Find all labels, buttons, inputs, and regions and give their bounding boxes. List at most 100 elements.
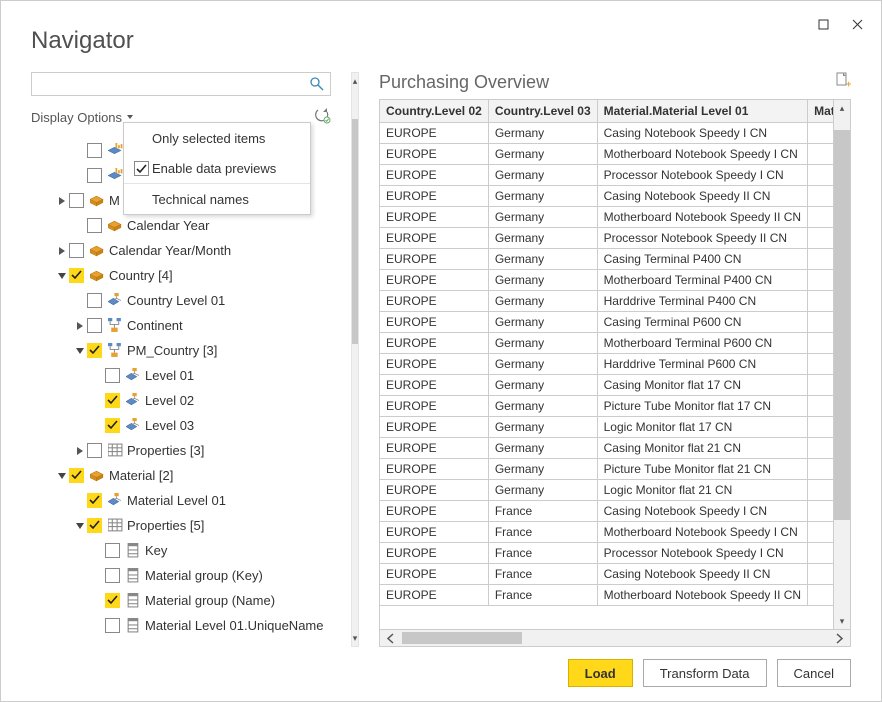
search-input[interactable] (32, 73, 304, 95)
scrollbar-thumb[interactable] (834, 130, 850, 520)
table-row[interactable]: EUROPEFranceCasing Notebook Speedy I CN (380, 501, 833, 522)
display-options-dropdown[interactable]: Display Options (31, 110, 133, 125)
checkbox[interactable] (69, 193, 84, 208)
search-box[interactable] (31, 72, 331, 96)
scrollbar-thumb[interactable] (352, 119, 358, 344)
add-page-icon[interactable] (835, 72, 851, 93)
column-header[interactable]: Material.Material Level 01 (597, 100, 807, 123)
table-row[interactable]: EUROPEFranceMotherboard Notebook Speedy … (380, 522, 833, 543)
twisty-icon[interactable] (55, 197, 69, 205)
load-button[interactable]: Load (568, 659, 633, 687)
checkbox[interactable] (87, 518, 102, 533)
table-row[interactable]: EUROPEGermanyMotherboard Notebook Speedy… (380, 144, 833, 165)
table-row[interactable]: EUROPEGermanyCasing Notebook Speedy I CN (380, 123, 833, 144)
twisty-icon[interactable] (73, 522, 87, 530)
checkbox[interactable] (105, 543, 120, 558)
table-row[interactable]: EUROPEGermanyProcessor Notebook Speedy I… (380, 165, 833, 186)
table-row[interactable]: EUROPEGermanyCasing Terminal P400 CN (380, 249, 833, 270)
checkbox[interactable] (87, 143, 102, 158)
tree-item[interactable]: Country Level 01 (31, 288, 331, 313)
checkbox[interactable] (105, 418, 120, 433)
tree-item[interactable]: Country [4] (31, 263, 331, 288)
twisty-icon[interactable] (73, 447, 87, 455)
table-row[interactable]: EUROPEGermanyCasing Monitor flat 21 CN (380, 438, 833, 459)
cell: Processor Notebook Speedy II CN (597, 228, 807, 249)
tree-vertical-scrollbar[interactable]: ▴ ▾ (351, 72, 359, 647)
window-maximize-button[interactable] (807, 13, 839, 35)
scrollbar-thumb[interactable] (402, 632, 522, 644)
table-row[interactable]: EUROPEGermanyMotherboard Terminal P400 C… (380, 270, 833, 291)
checkbox[interactable] (69, 243, 84, 258)
scroll-down-icon[interactable]: ▾ (352, 630, 358, 646)
checkbox[interactable] (87, 318, 102, 333)
table-row[interactable]: EUROPEFranceProcessor Notebook Speedy I … (380, 543, 833, 564)
cancel-button[interactable]: Cancel (777, 659, 851, 687)
tree-item[interactable]: Calendar Year (31, 213, 331, 238)
checkbox[interactable] (105, 593, 120, 608)
table-row[interactable]: EUROPEGermanyProcessor Notebook Speedy I… (380, 228, 833, 249)
checkbox[interactable] (87, 293, 102, 308)
tree-item[interactable]: Material Level 01.UniqueName (31, 613, 331, 638)
table-row[interactable]: EUROPEGermanyCasing Notebook Speedy II C… (380, 186, 833, 207)
table-row[interactable]: EUROPEGermanyLogic Monitor flat 17 CN (380, 417, 833, 438)
table-row[interactable]: EUROPEFranceMotherboard Notebook Speedy … (380, 585, 833, 606)
table-row[interactable]: EUROPEGermanyMotherboard Terminal P600 C… (380, 333, 833, 354)
checkbox[interactable] (87, 443, 102, 458)
window-close-button[interactable] (841, 13, 873, 35)
twisty-icon[interactable] (73, 347, 87, 355)
scroll-down-icon[interactable]: ▾ (834, 613, 850, 629)
table-row[interactable]: EUROPEGermanyPicture Tube Monitor flat 1… (380, 396, 833, 417)
scroll-left-icon[interactable] (380, 630, 402, 646)
menu-technical-names[interactable]: Technical names (124, 184, 310, 214)
checkbox[interactable] (87, 218, 102, 233)
tree-item[interactable]: Key (31, 538, 331, 563)
tree-item[interactable]: Material [2] (31, 463, 331, 488)
tree-item[interactable]: Properties [3] (31, 438, 331, 463)
checkbox[interactable] (105, 568, 120, 583)
twisty-icon[interactable] (73, 322, 87, 330)
checkbox[interactable] (105, 393, 120, 408)
transform-data-button[interactable]: Transform Data (643, 659, 767, 687)
tree-item[interactable]: Level 01 (31, 363, 331, 388)
scroll-right-icon[interactable] (828, 630, 850, 646)
checkbox[interactable] (87, 493, 102, 508)
tree-item[interactable]: Material group (Key) (31, 563, 331, 588)
tree-item[interactable]: Properties [5] (31, 513, 331, 538)
twisty-icon[interactable] (55, 472, 69, 480)
table-row[interactable]: EUROPEFranceCasing Notebook Speedy II CN (380, 564, 833, 585)
column-header[interactable]: Country.Level 02 (380, 100, 488, 123)
column-header[interactable]: Country.Level 03 (488, 100, 597, 123)
twisty-icon[interactable] (55, 247, 69, 255)
scroll-up-icon[interactable]: ▴ (834, 100, 850, 116)
tree-item[interactable]: Material group (Name) (31, 588, 331, 613)
checkbox[interactable] (87, 343, 102, 358)
table-row[interactable]: EUROPEGermanyMotherboard Notebook Speedy… (380, 207, 833, 228)
menu-enable-previews[interactable]: Enable data previews (124, 153, 310, 183)
tree-item[interactable]: Continent (31, 313, 331, 338)
checkbox[interactable] (69, 468, 84, 483)
twisty-icon[interactable] (55, 272, 69, 280)
checkbox[interactable] (105, 368, 120, 383)
table-row[interactable]: EUROPEGermanyHarddrive Terminal P600 CN (380, 354, 833, 375)
tree-item[interactable]: Level 03 (31, 413, 331, 438)
checkbox[interactable] (69, 268, 84, 283)
tree-item[interactable]: Calendar Year/Month (31, 238, 331, 263)
table-row[interactable]: EUROPEGermanyHarddrive Terminal P400 CN (380, 291, 833, 312)
checkbox[interactable] (105, 618, 120, 633)
table-row[interactable]: EUROPEGermanyPicture Tube Monitor flat 2… (380, 459, 833, 480)
menu-only-selected[interactable]: Only selected items (124, 123, 310, 153)
grid-vertical-scrollbar[interactable]: ▴ ▾ (833, 100, 850, 629)
search-icon[interactable] (304, 73, 330, 95)
checkbox[interactable] (87, 168, 102, 183)
table-row[interactable]: EUROPEGermanyCasing Monitor flat 17 CN (380, 375, 833, 396)
table-row[interactable]: EUROPEGermanyLogic Monitor flat 21 CN (380, 480, 833, 501)
cell (808, 417, 833, 438)
column-header[interactable]: Material (808, 100, 833, 123)
grid-horizontal-scrollbar[interactable] (380, 629, 850, 646)
tree-item[interactable]: PM_Country [3] (31, 338, 331, 363)
scroll-up-icon[interactable]: ▴ (352, 73, 358, 89)
tree-item[interactable]: Level 02 (31, 388, 331, 413)
table-row[interactable]: EUROPEGermanyCasing Terminal P600 CN (380, 312, 833, 333)
tree-item[interactable]: Material Level 01 (31, 488, 331, 513)
refresh-icon[interactable] (315, 108, 331, 127)
